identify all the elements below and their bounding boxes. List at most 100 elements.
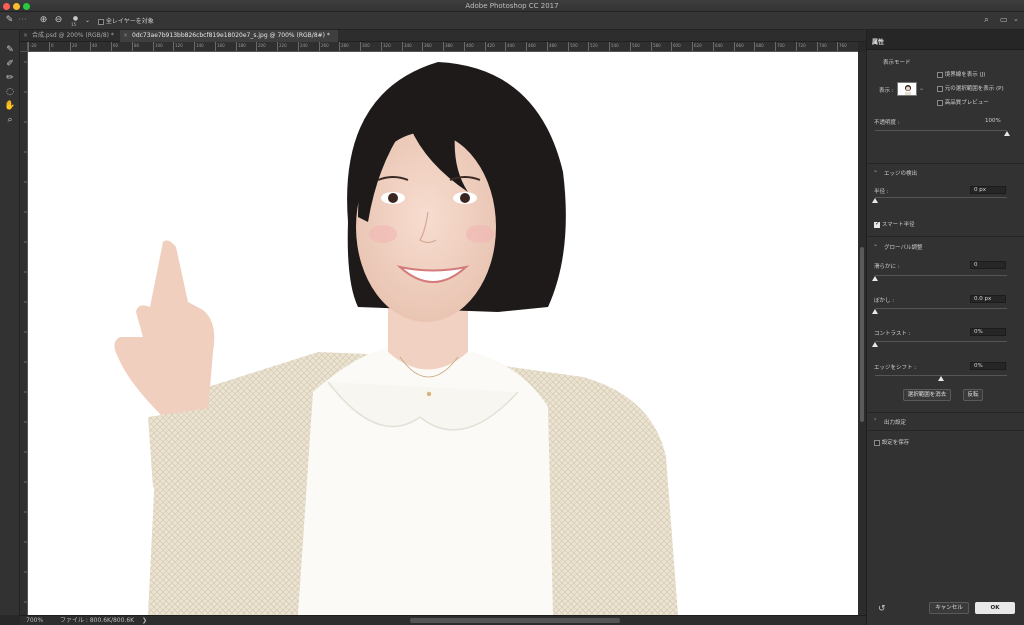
ruler-tick <box>28 42 29 51</box>
radius-slider-knob[interactable] <box>872 198 878 203</box>
high-quality-preview-option[interactable]: 高品質プレビュー <box>937 98 989 106</box>
close-tab-icon[interactable]: × <box>123 30 128 42</box>
tab-document-2[interactable]: × 0dc73ae7b913bb826cbcf819e18020e7_s.jpg… <box>120 30 338 42</box>
output-settings-heading[interactable]: 出力設定 <box>884 418 906 426</box>
ruler-tick-label: 80 <box>134 43 140 48</box>
show-edge-option[interactable]: 境界線を表示 (J) <box>937 70 985 78</box>
ruler-tick-label: 200 <box>258 43 266 48</box>
workspace-icon[interactable]: ▭ <box>1000 15 1008 24</box>
divider <box>867 412 1024 413</box>
ruler-tick-label: 300 <box>362 43 370 48</box>
refine-edge-brush-tool-icon[interactable]: ✐ <box>3 58 17 70</box>
global-refinements-heading[interactable]: グローバル調整 <box>884 243 922 251</box>
output-settings-chevron-icon[interactable]: › <box>874 416 876 423</box>
opacity-slider-track[interactable] <box>875 130 1007 131</box>
title-bar: Adobe Photoshop CC 2017 <box>0 0 1024 12</box>
photo-image <box>114 62 678 615</box>
show-edge-checkbox[interactable] <box>937 71 943 78</box>
feather-slider-knob[interactable] <box>872 309 878 314</box>
ruler-tick <box>319 42 320 51</box>
ruler-tick-label: 620 <box>694 43 702 48</box>
ruler-tick-label: 760 <box>839 43 847 48</box>
chevron-down-icon-2[interactable]: ⌄ <box>1013 15 1019 23</box>
ruler-tick <box>547 42 548 51</box>
edge-detection-heading[interactable]: エッジの検出 <box>884 169 917 177</box>
lasso-tool-icon[interactable]: ◌ <box>3 86 17 98</box>
ruler-tick <box>505 42 506 51</box>
status-menu-arrow[interactable]: ❯ <box>142 616 147 625</box>
high-quality-preview-checkbox[interactable] <box>937 99 943 106</box>
show-original-checkbox[interactable] <box>937 85 943 92</box>
invert-button[interactable]: 反転 <box>963 389 983 401</box>
options-bar: ✎ ⋯ ⊕ ⊖ ● 15 ⌄ 全レイヤーを対象 ⌕ ▭ ⌄ <box>0 12 1024 30</box>
opacity-value[interactable]: 100% <box>985 118 1001 124</box>
add-to-selection-icon[interactable]: ⊕ <box>38 15 49 26</box>
remember-settings-option[interactable]: 設定を保存 <box>874 438 909 446</box>
edge-detection-chevron-icon[interactable]: ⌄ <box>873 167 878 174</box>
tab-document-1[interactable]: × 合成.psd @ 200% (RGB/8) * <box>20 30 120 42</box>
close-tab-icon[interactable]: × <box>23 30 28 42</box>
ruler-tick-label: 580 <box>653 43 661 48</box>
sample-all-layers[interactable]: 全レイヤーを対象 <box>98 16 154 25</box>
refine-brush-icon[interactable]: ✎ <box>4 15 15 26</box>
panel-tab-properties[interactable]: 属性 <box>867 30 1024 50</box>
clear-selection-button[interactable]: 選択範囲を消去 <box>903 389 951 401</box>
vertical-scrollbar[interactable] <box>858 52 866 615</box>
ruler-tick <box>692 42 693 51</box>
smart-radius-option[interactable]: スマート半径 <box>874 220 915 228</box>
contrast-input[interactable]: 0% <box>970 328 1006 336</box>
radius-slider-track[interactable] <box>875 197 1007 198</box>
smooth-input[interactable]: 0 <box>970 261 1006 269</box>
smooth-slider-knob[interactable] <box>872 276 878 281</box>
brush-tool-icon[interactable]: ✏ <box>3 72 17 84</box>
zoom-level[interactable]: 700% <box>26 616 43 625</box>
vertical-scroll-thumb[interactable] <box>860 247 864 422</box>
horizontal-scroll-thumb[interactable] <box>410 618 620 623</box>
ruler-tick-label: 480 <box>549 43 557 48</box>
vertical-ruler[interactable] <box>20 52 28 615</box>
divider <box>867 236 1024 237</box>
smart-radius-checkbox[interactable] <box>874 220 880 228</box>
zoom-tool-icon[interactable]: ⌕ <box>3 114 17 126</box>
feather-slider-track[interactable] <box>875 308 1007 309</box>
ruler-tick-label: 120 <box>175 43 183 48</box>
chevron-down-icon[interactable]: ⌄ <box>82 15 93 26</box>
shift-edge-input[interactable]: 0% <box>970 362 1006 370</box>
view-mode-thumbnail[interactable] <box>897 82 917 96</box>
ruler-tick-label: 360 <box>424 43 432 48</box>
view-label: 表示 : <box>879 88 894 94</box>
ruler-tick <box>194 42 195 51</box>
hand-tool-icon[interactable]: ✋ <box>3 100 17 112</box>
document-canvas[interactable] <box>28 52 858 615</box>
ruler-tick-label: 320 <box>383 43 391 48</box>
ruler-tick-label: 640 <box>715 43 723 48</box>
ruler-tick-label: 180 <box>238 43 246 48</box>
contrast-slider-knob[interactable] <box>872 342 878 347</box>
ruler-tick-label: 400 <box>466 43 474 48</box>
global-refinements-chevron-icon[interactable]: ⌄ <box>873 241 878 248</box>
sample-all-layers-checkbox[interactable] <box>98 18 104 25</box>
ruler-tick-label: 600 <box>673 43 681 48</box>
quick-selection-tool-icon[interactable]: ✎ <box>3 44 17 56</box>
search-icon[interactable]: ⌕ <box>984 15 989 25</box>
view-thumbnail-image <box>898 83 916 95</box>
contrast-slider-track[interactable] <box>875 341 1007 342</box>
ok-button[interactable]: OK <box>975 602 1015 614</box>
smooth-label: 滑らかに : <box>874 264 900 270</box>
brush-preset-icon[interactable]: ⋯ <box>17 15 28 26</box>
feather-input[interactable]: 0.0 px <box>970 295 1006 303</box>
remember-settings-checkbox[interactable] <box>874 439 880 446</box>
document-tabs: × 合成.psd @ 200% (RGB/8) * × 0dc73ae7b913… <box>20 30 866 42</box>
shift-edge-slider-knob[interactable] <box>938 376 944 381</box>
subtract-from-selection-icon[interactable]: ⊖ <box>53 15 64 26</box>
show-original-option[interactable]: 元の選択範囲を表示 (P) <box>937 84 1004 92</box>
ruler-tick-label: 520 <box>590 43 598 48</box>
smooth-slider-track[interactable] <box>875 275 1007 276</box>
horizontal-ruler[interactable]: -20 0 20 40 60 80 100 120 140 160 180 200 220 240 260 2… <box>28 42 858 52</box>
opacity-slider-knob[interactable] <box>1004 131 1010 136</box>
radius-input[interactable]: 0 px <box>970 186 1006 194</box>
ruler-tick <box>256 42 257 51</box>
cancel-button[interactable]: キャンセル <box>929 602 969 614</box>
reset-icon[interactable]: ↺ <box>878 604 886 614</box>
view-mode-chevron-icon[interactable]: ⌄ <box>919 85 924 92</box>
